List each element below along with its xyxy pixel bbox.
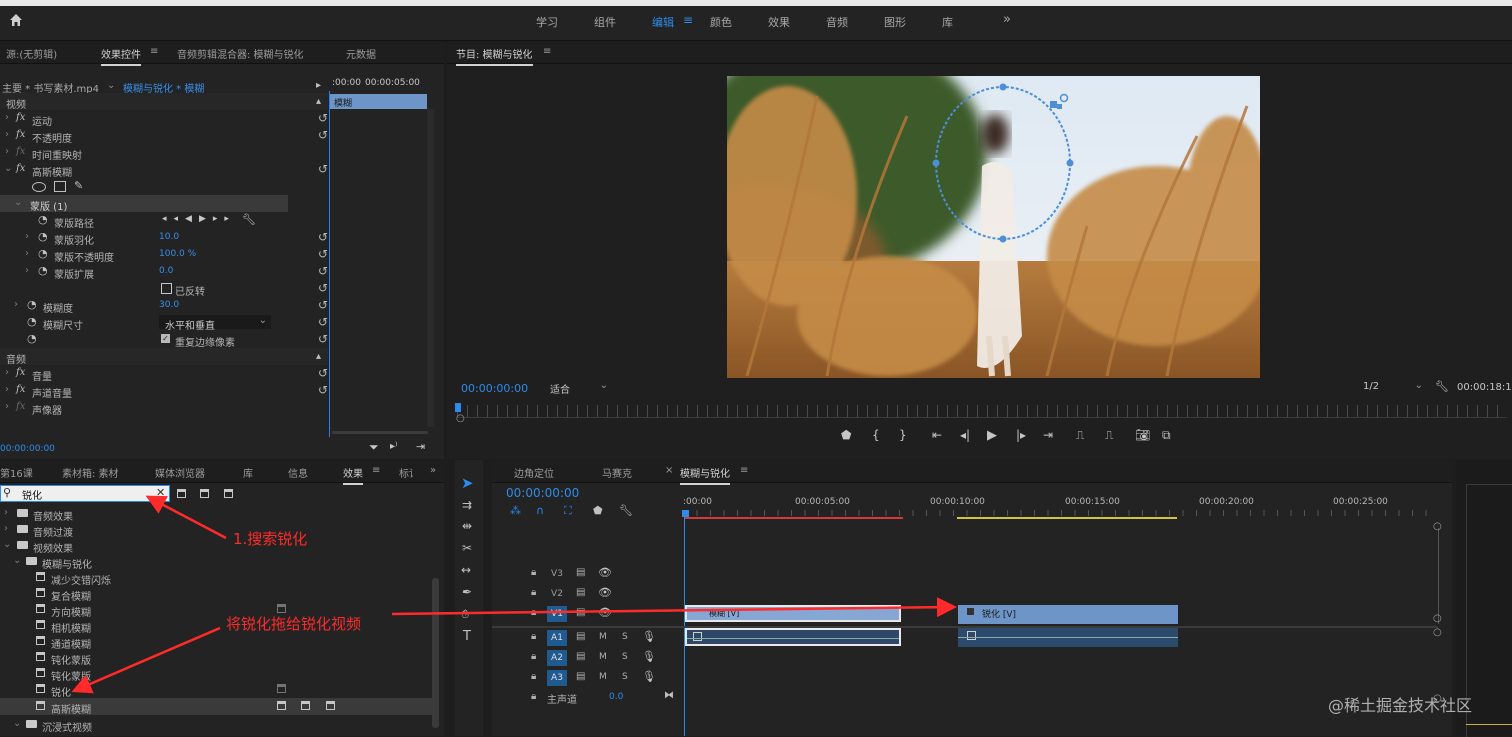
annotation-step1: 1.搜索锐化 — [233, 530, 308, 548]
annotation-arrow-search — [145, 495, 227, 540]
annotation-arrow-sharpen-item — [71, 626, 221, 694]
annotation-step2: 将锐化拖给锐化视频 — [226, 615, 362, 633]
annotation-arrow-drag — [391, 597, 957, 618]
watermark: @稀土掘金技术社区 — [1328, 696, 1473, 715]
